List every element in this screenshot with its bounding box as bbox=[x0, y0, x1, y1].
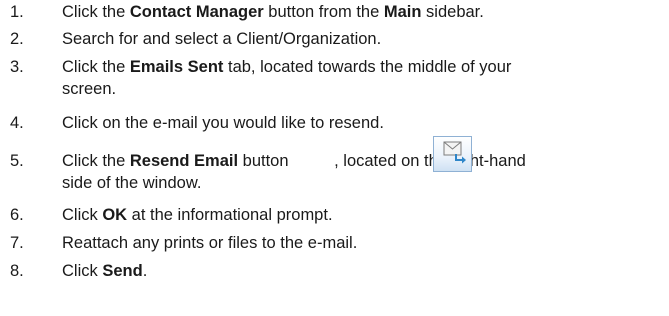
step-number: 1. bbox=[10, 3, 24, 21]
emails-sent-label: Emails Sent bbox=[129, 58, 224, 76]
step-number: 4. bbox=[10, 114, 24, 132]
step-text: Click the Resend Email button , located … bbox=[62, 136, 666, 194]
ok-label: OK bbox=[102, 206, 128, 224]
step-number: 2. bbox=[10, 30, 24, 48]
main-label: Main bbox=[383, 3, 422, 21]
step-text: Search for and select a Client/Organizat… bbox=[62, 30, 382, 48]
step-number: 6. bbox=[10, 206, 24, 224]
step-number: 5. bbox=[10, 152, 24, 170]
send-label: Send bbox=[102, 262, 143, 280]
step-text: Reattach any prints or files to the e-ma… bbox=[62, 234, 358, 252]
step-text: Click the Contact Manager button from th… bbox=[62, 3, 484, 21]
step-text: Click on the e-mail you would like to re… bbox=[62, 114, 384, 132]
step-number: 7. bbox=[10, 234, 24, 252]
step-number: 3. bbox=[10, 58, 24, 76]
resend-email-icon bbox=[433, 136, 472, 172]
contact-manager-label: Contact Manager bbox=[129, 3, 264, 21]
envelope-arrow-icon bbox=[443, 141, 466, 164]
step-text: Click the Emails Sent tab, located towar… bbox=[62, 58, 512, 98]
step-text: Click Send. bbox=[62, 262, 148, 280]
resend-email-label: Resend Email bbox=[129, 152, 239, 170]
step-text: Click OK at the informational prompt. bbox=[62, 206, 333, 224]
step-number: 8. bbox=[10, 262, 24, 280]
